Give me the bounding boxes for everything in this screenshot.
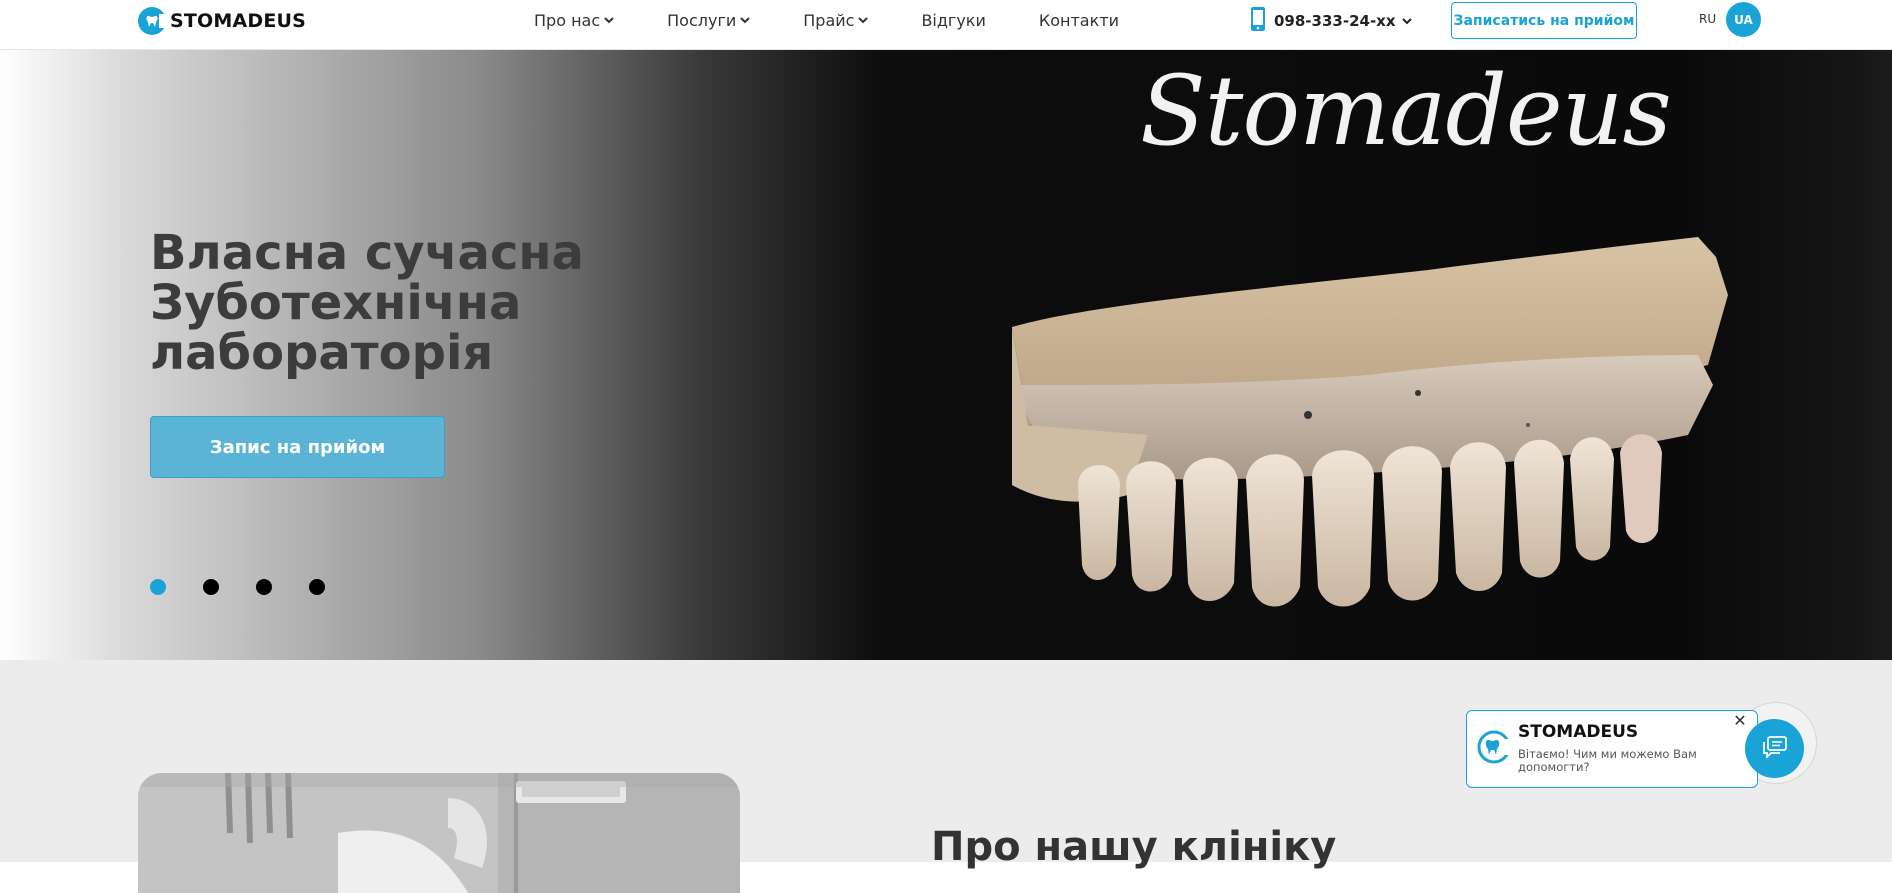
slider-dot-4[interactable] [309,579,325,595]
nav-item-about[interactable]: Про нас [534,11,614,30]
slider-dot-3[interactable] [256,579,272,595]
chevron-down-icon [858,16,869,24]
nav-item-reviews[interactable]: Відгуки [921,11,985,30]
chat-open-button[interactable] [1745,719,1804,778]
phone-dropdown[interactable]: 098-333-24-xx [1250,6,1412,36]
hero-brand-script: Stomadeus [1140,55,1672,167]
tooth-logo-icon [138,7,168,35]
chat-message: Вітаємо! Чим ми можемо Вам допомогти? [1518,747,1697,774]
close-icon[interactable]: ✕ [1732,713,1748,729]
hero-title-line: Зуботехнічна [150,275,522,331]
logo-text: STOMADEUS [170,10,307,32]
chat-title: STOMADEUS [1518,722,1639,742]
nav-item-services[interactable]: Послуги [667,11,750,30]
dental-model-image [1012,237,1728,607]
hero-book-button[interactable]: Запис на прийом [150,416,445,478]
slider-pagination [150,579,362,595]
about-title: Про нашу клініку [931,824,1337,870]
chat-greeting-popup[interactable]: STOMADEUS Вітаємо! Чим ми можемо Вам доп… [1466,710,1758,788]
phone-icon [1250,6,1266,36]
lang-ua-button[interactable]: UA [1726,2,1761,37]
nav-item-label: Прайс [803,10,855,30]
nav-item-contacts[interactable]: Контакти [1039,11,1119,30]
nav-item-label: Послуги [667,10,737,30]
chevron-down-icon [740,16,750,24]
slider-dot-1[interactable] [150,579,166,595]
hero-title: Власна сучасна Зуботехнічна лабораторія [150,228,710,378]
hero-title-line: Власна сучасна [150,225,584,281]
book-appointment-button[interactable]: Записатись на прийом [1451,2,1637,39]
lang-ru-button[interactable]: RU [1699,12,1716,26]
nav-item-label: Відгуки [921,10,986,30]
clinic-photo [138,773,740,893]
chevron-down-icon [1401,17,1412,25]
main-nav: Про нас Послуги Прайс Відгуки Контакти [534,9,1172,31]
slider-dot-2[interactable] [203,579,219,595]
nav-item-label: Про нас [534,10,601,30]
chat-icon [1762,735,1788,762]
hero-slider: Stomadeus Власна сучасна Зуботехнічна ла… [0,50,1892,660]
site-header: STOMADEUS Про нас Послуги Прайс Відгуки … [0,0,1892,50]
nav-item-label: Контакти [1038,10,1119,30]
chevron-down-icon [604,16,614,24]
phone-number: 098-333-24-xx [1274,12,1396,30]
hero-title-line: лабораторія [150,325,494,381]
nav-item-price[interactable]: Прайс [803,10,869,30]
site-logo[interactable]: STOMADEUS [138,6,306,36]
tooth-logo-icon [1477,730,1511,768]
